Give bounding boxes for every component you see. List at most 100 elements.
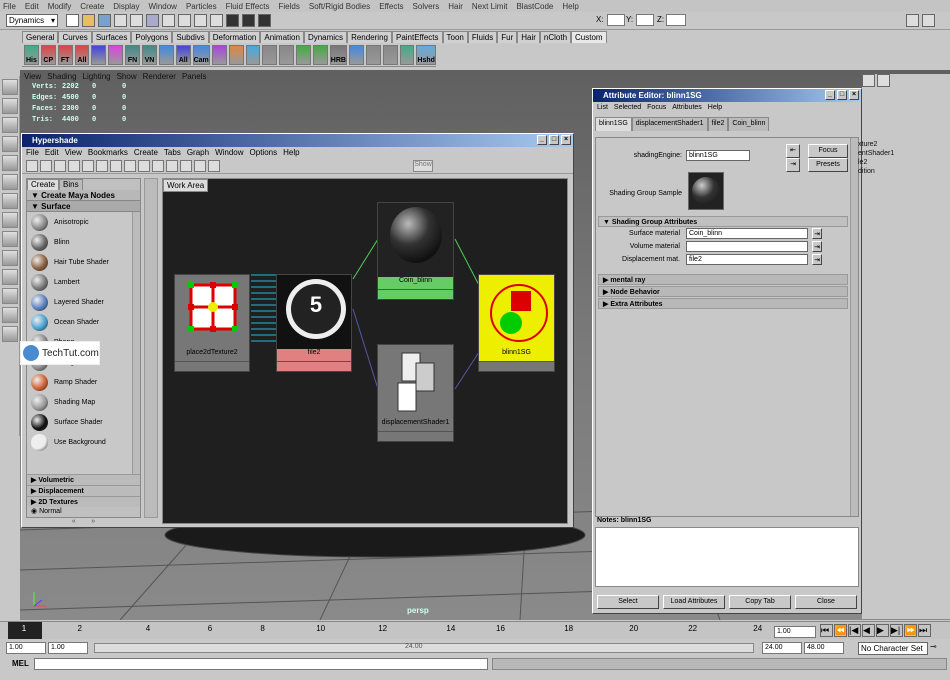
current-frame-field[interactable]: 1.00 [774, 626, 816, 638]
playback-end-field[interactable]: 24.00 [762, 642, 802, 654]
tab-file2[interactable]: file2 [707, 117, 729, 131]
playback-start-field[interactable]: 1.00 [48, 642, 88, 654]
normal-radio[interactable]: ◉ Normal [27, 507, 140, 518]
menu-item-display[interactable]: Display [113, 2, 139, 11]
channel-box-tool-icon[interactable] [877, 74, 890, 87]
step-forward-key-icon[interactable]: ▶| [890, 624, 903, 637]
outliner-item[interactable]: entShader1 [858, 149, 894, 158]
menu-item-window[interactable]: Window [149, 2, 177, 11]
notes-textarea[interactable] [595, 527, 859, 587]
shelf-tool-icon[interactable] [399, 44, 415, 65]
pane-side-strip[interactable] [144, 178, 158, 518]
hypershade-menu-tabs[interactable]: Tabs [164, 148, 181, 157]
go-to-start-icon[interactable]: ⏮ [820, 624, 833, 637]
viewport-menu-show[interactable]: Show [117, 72, 137, 81]
shelf-tool-icon[interactable] [158, 44, 174, 65]
shelf-tool-icon[interactable] [245, 44, 261, 65]
tab-subdivs[interactable]: Subdivs [172, 31, 209, 43]
shelf-tool-icon[interactable]: All [175, 44, 191, 65]
hypershade-menu-help[interactable]: Help [283, 148, 299, 157]
shelf-tool-icon[interactable]: All [74, 44, 90, 65]
key-icon[interactable]: ⊸ [930, 642, 937, 651]
tab-animation[interactable]: Animation [260, 31, 304, 43]
tab-blinn1sg[interactable]: blinn1SG [595, 117, 632, 131]
list-item[interactable]: Lambert [27, 272, 140, 292]
hypershade-menu-create[interactable]: Create [134, 148, 158, 157]
lasso-tool-icon[interactable] [2, 98, 18, 114]
hypershade-menu-window[interactable]: Window [215, 148, 243, 157]
input-connections-icon[interactable] [124, 159, 136, 172]
shelf-tool-icon[interactable]: CP [40, 44, 56, 65]
shelf-tool-icon[interactable] [262, 44, 278, 65]
maximize-icon[interactable]: □ [837, 90, 847, 100]
channel-box-icon[interactable] [906, 14, 919, 27]
scale-tool-icon[interactable] [2, 174, 18, 190]
shelf-tool-icon[interactable] [108, 44, 124, 65]
open-scene-icon[interactable] [82, 14, 95, 27]
tab-displacementshader1[interactable]: displacementShader1 [631, 117, 708, 131]
step-back-icon[interactable]: ⏪ [834, 624, 847, 637]
tab-polygons[interactable]: Polygons [131, 31, 173, 43]
tab-bins[interactable]: Bins [59, 179, 83, 190]
menu-item-nextlimit[interactable]: Next Limit [472, 2, 508, 11]
list-item[interactable]: Anisotropic [27, 212, 140, 232]
list-item[interactable]: Ocean Shader [27, 312, 140, 332]
viewport-menu-view[interactable]: View [24, 72, 41, 81]
tab-create[interactable]: Create [27, 179, 60, 190]
time-slider[interactable]: 1 2 4 6 8 10 12 14 16 18 20 22 24 1.00 ⏮ ⏪ |◀ ◀ ▶ ▶|… [0, 621, 950, 639]
tab-hair[interactable]: Hair [517, 31, 540, 43]
list-item[interactable]: Shading Map [27, 392, 140, 412]
select-button[interactable]: Select [597, 595, 659, 609]
minimize-icon[interactable]: _ [537, 135, 547, 145]
shelf-tool-icon[interactable]: HRB [329, 44, 347, 65]
shelf-tool-icon[interactable] [211, 44, 227, 65]
menu-item-create[interactable]: Create [80, 2, 104, 11]
layout-four-icon[interactable] [2, 250, 18, 266]
shelf-tool-icon[interactable] [312, 44, 328, 65]
character-set-dropdown[interactable]: No Character Set [858, 642, 928, 655]
viewport-menu-shading[interactable]: Shading [47, 72, 76, 81]
io-connections-icon[interactable] [138, 159, 150, 172]
menu-item-modify[interactable]: Modify [48, 2, 72, 11]
render-settings-icon[interactable] [258, 14, 271, 27]
map-button-icon[interactable]: ⇥ [812, 241, 822, 252]
ipr-render-icon[interactable] [242, 14, 255, 27]
rearrange-icon[interactable] [208, 159, 220, 172]
snap-point-icon[interactable] [194, 14, 207, 27]
menu-item-hair[interactable]: Hair [448, 2, 463, 11]
coin-blinn-node[interactable]: Coin_blinn [377, 202, 454, 300]
save-scene-icon[interactable] [98, 14, 111, 27]
tab-work-area[interactable]: Work Area [163, 179, 209, 192]
top-tabs-icon[interactable] [40, 159, 52, 172]
go-to-end-icon[interactable]: ⏭ [918, 624, 931, 637]
load-attributes-button[interactable]: Load Attributes [663, 595, 725, 609]
tab-dynamics[interactable]: Dynamics [303, 31, 348, 43]
mel-input[interactable] [34, 658, 488, 670]
attribute-menu-focus[interactable]: Focus [647, 104, 666, 111]
tab-fluids[interactable]: Fluids [467, 31, 498, 43]
place2dtexture-node[interactable]: place2dTexture2 [174, 274, 250, 372]
attribute-menu-list[interactable]: List [597, 104, 608, 111]
close-icon[interactable]: × [561, 135, 571, 145]
layout-single-icon[interactable] [2, 231, 18, 247]
tab-surfaces[interactable]: Surfaces [91, 31, 132, 43]
menu-item-particles[interactable]: Particles [186, 2, 217, 11]
tab-general[interactable]: General [22, 31, 59, 43]
shelf-tool-icon[interactable] [228, 44, 244, 65]
menu-item-edit[interactable]: Edit [25, 2, 39, 11]
rotate-tool-icon[interactable] [2, 155, 18, 171]
blinn1sg-node[interactable]: blinn1SG [478, 274, 555, 372]
tab-curves[interactable]: Curves [58, 31, 92, 43]
hypershade-menu-options[interactable]: Options [250, 148, 278, 157]
collapsed-section[interactable]: ▶ Extra Attributes [598, 298, 848, 309]
list-item[interactable]: Use Background [27, 432, 140, 452]
close-button[interactable]: Close [795, 595, 857, 609]
layer-editor-icon[interactable] [922, 14, 935, 27]
toggle-panels-icon[interactable] [26, 159, 38, 172]
channel-box-tool-icon[interactable] [862, 74, 875, 87]
tab-fur[interactable]: Fur [497, 31, 518, 43]
collapsed-section[interactable]: ▶ mental ray [598, 274, 848, 285]
menu-item-softrigidbodies[interactable]: Soft/Rigid Bodies [309, 2, 370, 11]
tab-ncloth[interactable]: nCloth [539, 31, 572, 43]
shelf-tool-icon[interactable] [365, 44, 381, 65]
